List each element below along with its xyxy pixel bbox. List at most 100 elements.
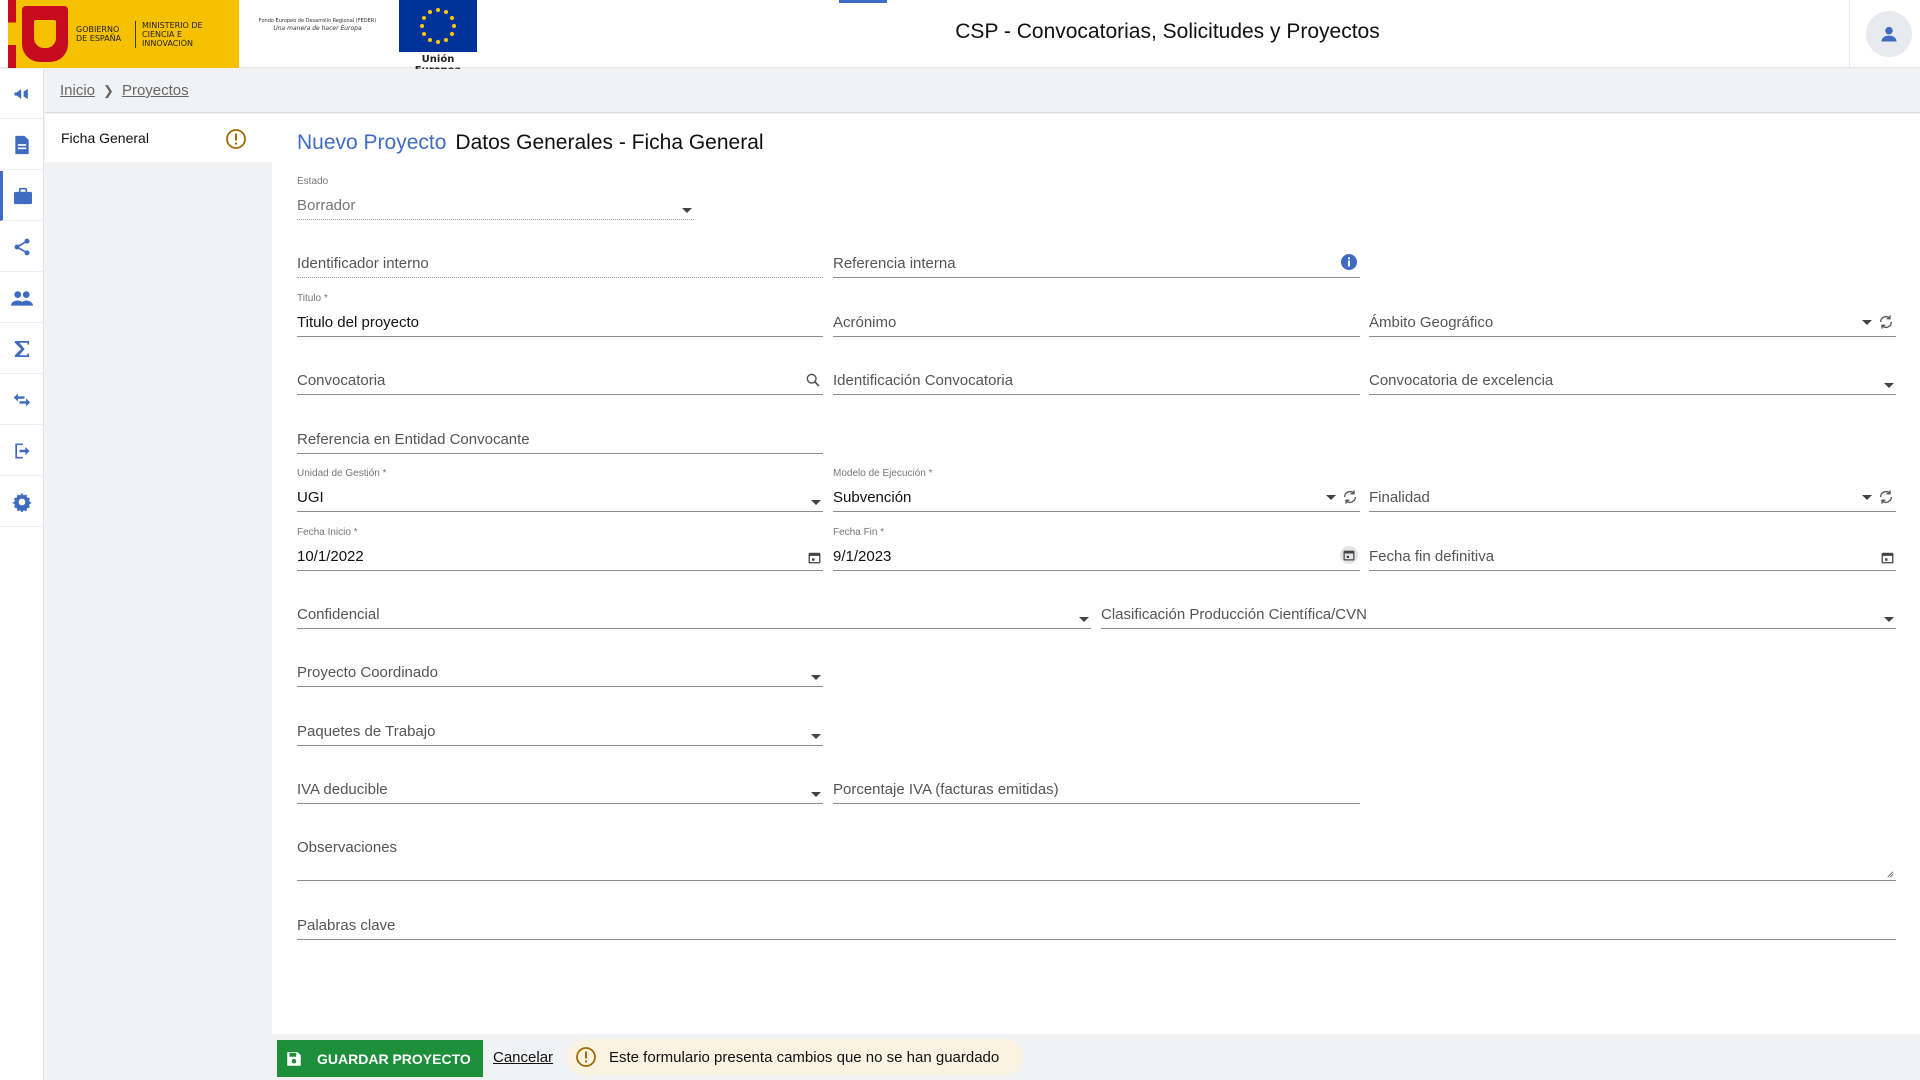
dropdown-arrow-icon[interactable] [811, 792, 821, 797]
document-icon [14, 135, 29, 154]
observaciones-textarea[interactable]: Observaciones [297, 819, 1896, 881]
porcentaje-iva-placeholder: Porcentaje IVA (facturas emitidas) [833, 781, 1059, 798]
section-nav-item-label: Ficha General [61, 130, 149, 146]
paquetes-trabajo-select[interactable]: Paquetes de Trabajo [297, 702, 823, 746]
sigma-icon [14, 340, 29, 357]
convocatoria-excelencia-select[interactable]: Convocatoria de excelencia [1369, 351, 1896, 395]
breadcrumb-current-link[interactable]: Proyectos [122, 82, 189, 99]
paquetes-trabajo-placeholder: Paquetes de Trabajo [297, 723, 436, 740]
save-project-button[interactable]: GUARDAR PROYECTO [277, 1040, 483, 1077]
refresh-icon[interactable] [1342, 489, 1358, 505]
user-icon [1881, 26, 1897, 42]
swap-icon [13, 392, 30, 407]
dropdown-arrow-icon[interactable] [1884, 383, 1894, 388]
rail-item-solicitudes[interactable] [0, 120, 43, 170]
estado-select[interactable]: Estado Borrador [297, 176, 694, 220]
modelo-ejecucion-select[interactable]: Modelo de Ejecución * Subvención [833, 468, 1360, 512]
fecha-fin-field[interactable]: Fecha Fin * 9/1/2023 [833, 527, 1360, 571]
dropdown-arrow-icon[interactable] [1326, 494, 1336, 500]
rail-item-personas[interactable] [0, 273, 43, 323]
fecha-inicio-value: 10/1/2022 [297, 548, 364, 565]
convocatoria-field[interactable]: Convocatoria [297, 351, 823, 395]
identificacion-convocatoria-placeholder: Identificación Convocatoria [833, 372, 1014, 389]
feder-logo: Fondo Europeo de Desarrollo Regional (FE… [250, 18, 385, 48]
calendar-icon[interactable] [1340, 546, 1358, 564]
finalidad-select[interactable]: Finalidad [1369, 468, 1896, 512]
app-header: Gobierno de España Ministerio de Ciencia… [0, 0, 1920, 76]
estado-value: Borrador [297, 197, 356, 214]
clasificacion-cvn-placeholder: Clasificación Producción Científica/CVN [1101, 606, 1367, 623]
modelo-ejecucion-label: Modelo de Ejecución * [833, 468, 933, 479]
fecha-fin-definitiva-field[interactable]: Fecha fin definitiva [1369, 527, 1896, 571]
clasificacion-cvn-select[interactable]: Clasificación Producción Científica/CVN [1101, 585, 1896, 629]
dropdown-arrow-icon[interactable] [1884, 617, 1894, 622]
identificacion-convocatoria-field[interactable]: Identificación Convocatoria [833, 351, 1360, 395]
palabras-clave-field[interactable]: Palabras clave [297, 896, 1896, 940]
save-icon [287, 1051, 301, 1066]
referencia-entidad-field[interactable]: Referencia en Entidad Convocante [297, 410, 823, 454]
calendar-icon[interactable] [1881, 551, 1894, 564]
info-icon[interactable] [1340, 253, 1358, 271]
dropdown-arrow-icon[interactable] [811, 500, 821, 505]
rail-item-transferencias[interactable] [0, 375, 43, 425]
dropdown-arrow-icon[interactable] [811, 734, 821, 739]
gov-text: Gobierno de España [76, 25, 122, 43]
referencia-entidad-placeholder: Referencia en Entidad Convocante [297, 431, 530, 448]
dropdown-arrow-icon[interactable] [811, 675, 821, 680]
section-nav-item-ficha-general[interactable]: Ficha General [45, 114, 272, 162]
identificador-interno-placeholder: Identificador interno [297, 255, 429, 272]
warning-icon [225, 128, 247, 153]
briefcase-icon [14, 187, 32, 204]
refresh-icon[interactable] [1878, 489, 1894, 505]
modelo-ejecucion-value: Subvención [833, 489, 912, 506]
refresh-icon[interactable] [1878, 314, 1894, 330]
fecha-inicio-field[interactable]: Fecha Inicio * 10/1/2022 [297, 527, 823, 571]
breadcrumb-home-link[interactable]: Inicio [60, 82, 95, 99]
titulo-label: Titulo * [297, 293, 328, 304]
app-title: CSP - Convocatorias, Solicitudes y Proye… [955, 20, 1380, 43]
unsaved-changes-banner: Este formulario presenta cambios que no … [567, 1039, 1024, 1075]
feder-slogan: Una manera de hacer Europa [273, 25, 362, 32]
search-icon[interactable] [805, 372, 821, 388]
referencia-interna-field[interactable]: Referencia interna [833, 234, 1360, 278]
user-menu-button[interactable] [1866, 11, 1912, 57]
fecha-fin-definitiva-placeholder: Fecha fin definitiva [1369, 548, 1495, 565]
iva-deducible-select[interactable]: IVA deducible [297, 760, 823, 804]
rail-item-compartir[interactable] [0, 222, 43, 272]
rail-item-salir[interactable] [0, 426, 43, 476]
acronimo-field[interactable]: Acrónimo [833, 293, 1360, 337]
unidad-gestion-label: Unidad de Gestión * [297, 468, 387, 479]
convocatoria-excelencia-placeholder: Convocatoria de excelencia [1369, 372, 1554, 389]
confidencial-select[interactable]: Confidencial [297, 585, 1091, 629]
unidad-gestion-select[interactable]: Unidad de Gestión * UGI [297, 468, 823, 512]
observaciones-placeholder: Observaciones [297, 839, 398, 856]
dropdown-arrow-icon[interactable] [1079, 617, 1089, 622]
warning-icon [576, 1047, 596, 1067]
dropdown-arrow-icon[interactable] [1862, 319, 1872, 325]
page-title-section: Datos Generales - Ficha General [455, 131, 764, 154]
rail-item-configuracion[interactable] [0, 477, 43, 527]
rail-item-convocatorias[interactable] [0, 69, 43, 119]
spain-flag-strip [8, 0, 16, 68]
cancel-link[interactable]: Cancelar [493, 1049, 553, 1066]
porcentaje-iva-field[interactable]: Porcentaje IVA (facturas emitidas) [833, 760, 1360, 804]
ministry-text: Ministerio de Ciencia e Innovación [135, 20, 205, 48]
page-title: Nuevo Proyecto Datos Generales - Ficha Ge… [297, 131, 764, 155]
acronimo-placeholder: Acrónimo [833, 314, 897, 331]
ambito-geografico-select[interactable]: Ámbito Geográfico [1369, 293, 1896, 337]
proyecto-coordinado-select[interactable]: Proyecto Coordinado [297, 643, 823, 687]
rail-item-sumatorio[interactable] [0, 324, 43, 374]
resize-handle-icon[interactable] [1885, 869, 1894, 878]
page-title-accent: Nuevo Proyecto [297, 131, 447, 154]
dropdown-arrow-icon[interactable] [1862, 494, 1872, 500]
identificador-interno-field[interactable]: Identificador interno [297, 234, 823, 278]
coat-of-arms-icon [22, 6, 68, 62]
dropdown-arrow-icon[interactable] [682, 208, 692, 213]
rail-item-proyectos[interactable] [0, 171, 43, 221]
eu-logo: Unión Europea [398, 0, 478, 76]
section-nav: Ficha General [45, 114, 272, 1080]
unidad-gestion-value: UGI [297, 489, 324, 506]
titulo-field[interactable]: Titulo * Titulo del proyecto [297, 293, 823, 337]
calendar-icon[interactable] [808, 551, 821, 564]
palabras-clave-placeholder: Palabras clave [297, 917, 396, 934]
